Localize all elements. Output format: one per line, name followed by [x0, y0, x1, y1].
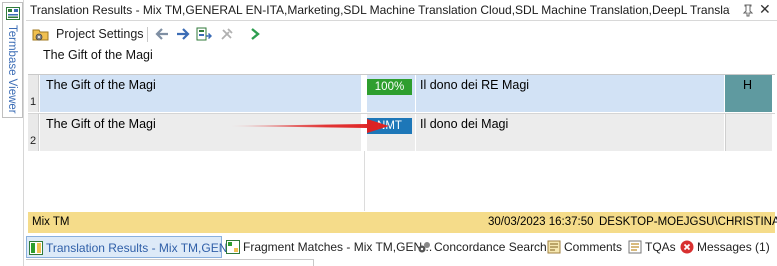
- status-origin: Mix TM: [32, 216, 70, 228]
- project-settings-button[interactable]: Project Settings: [32, 26, 152, 42]
- row-number-cell: 2: [28, 114, 39, 151]
- row-number-cell: 1: [28, 75, 39, 112]
- match-badge: 100%: [367, 79, 412, 95]
- annotation-arrow: [231, 119, 389, 133]
- fragment-matches-icon: [226, 240, 240, 254]
- tab-messages[interactable]: Messages (1): [678, 236, 776, 258]
- termbase-viewer-tab[interactable]: Termbase Viewer: [2, 2, 23, 118]
- chevron-right-icon[interactable]: [248, 26, 262, 42]
- concordance-icon: [418, 242, 430, 253]
- side-panel-strip: Termbase Viewer: [0, 0, 24, 266]
- bottom-divider: [26, 259, 314, 266]
- tab-translation-results[interactable]: Translation Results - Mix TM,GEN...: [26, 236, 237, 258]
- apply-translation-icon[interactable]: [196, 26, 212, 42]
- tqa-icon: [628, 240, 642, 254]
- row-number: 1: [30, 96, 37, 108]
- termbase-icon: [6, 7, 20, 20]
- target-cell: Il dono dei Magi: [416, 114, 724, 151]
- tab-label: TQAs: [645, 240, 676, 254]
- flag-text: H: [743, 78, 753, 92]
- source-cell: The Gift of the Magi: [40, 75, 361, 112]
- messages-error-icon: [680, 240, 694, 254]
- disabled-tools-icon[interactable]: [219, 26, 235, 42]
- source-text: The Gift of the Magi: [46, 117, 156, 131]
- target-text: Il dono dei Magi: [420, 117, 509, 131]
- comments-icon: [547, 240, 561, 254]
- flag-cell: H: [725, 75, 772, 112]
- project-settings-icon: [32, 29, 49, 41]
- toolbar-separator: [147, 27, 148, 42]
- column-divider: [364, 151, 365, 211]
- project-settings-label: Project Settings: [56, 27, 144, 41]
- previous-arrow-icon[interactable]: [154, 26, 170, 42]
- status-bar: Mix TM 30/03/2023 16:37:50 DESKTOP-MOEJG…: [28, 212, 777, 233]
- target-cell: Il dono dei RE Magi: [416, 75, 724, 112]
- next-arrow-icon[interactable]: [175, 26, 191, 42]
- tab-label: Translation Results - Mix TM,GEN...: [46, 241, 238, 255]
- panel-titlebar: Translation Results - Mix TM,GENERAL EN-…: [26, 0, 777, 21]
- translation-results-icon: [29, 241, 43, 255]
- tab-label: Fragment Matches - Mix TM,GEN...: [243, 240, 433, 254]
- match-cell: 100%: [367, 75, 415, 112]
- row-number: 2: [30, 135, 37, 147]
- tab-label: Messages (1): [697, 240, 770, 254]
- panel-title: Translation Results - Mix TM,GENERAL EN-…: [30, 3, 730, 17]
- tab-fragment-matches[interactable]: Fragment Matches - Mix TM,GEN...: [224, 236, 432, 258]
- results-toolbar: Project Settings: [26, 23, 777, 45]
- results-grid: 1 The Gift of the Magi 100% Il dono dei …: [28, 74, 775, 211]
- close-icon[interactable]: ✕: [759, 1, 771, 18]
- bottom-tab-bar: Translation Results - Mix TM,GEN... Frag…: [26, 236, 777, 258]
- grid-empty-area: [28, 151, 775, 211]
- target-text: Il dono dei RE Magi: [420, 78, 530, 92]
- table-row[interactable]: 2 The Gift of the Magi NMT Il dono dei M…: [28, 114, 775, 151]
- status-user: DESKTOP-MOEJGSU\CHRISTINA: [599, 216, 777, 228]
- table-row[interactable]: 1 The Gift of the Magi 100% Il dono dei …: [28, 75, 775, 112]
- pin-icon[interactable]: [742, 4, 754, 17]
- tab-comments[interactable]: Comments: [545, 236, 627, 258]
- flag-cell: [725, 114, 772, 151]
- source-text: The Gift of the Magi: [46, 78, 156, 92]
- tab-label: Comments: [564, 240, 623, 254]
- status-date: 30/03/2023 16:37:50: [488, 216, 594, 228]
- tab-tqas[interactable]: TQAs: [626, 236, 678, 258]
- termbase-viewer-label: Termbase Viewer: [6, 25, 18, 114]
- source-segment-text: The Gift of the Magi: [43, 48, 153, 62]
- tab-label: Concordance Search: [434, 240, 547, 254]
- translation-results-panel: Translation Results - Mix TM,GENERAL EN-…: [26, 0, 777, 235]
- tab-concordance-search[interactable]: Concordance Search: [415, 236, 547, 258]
